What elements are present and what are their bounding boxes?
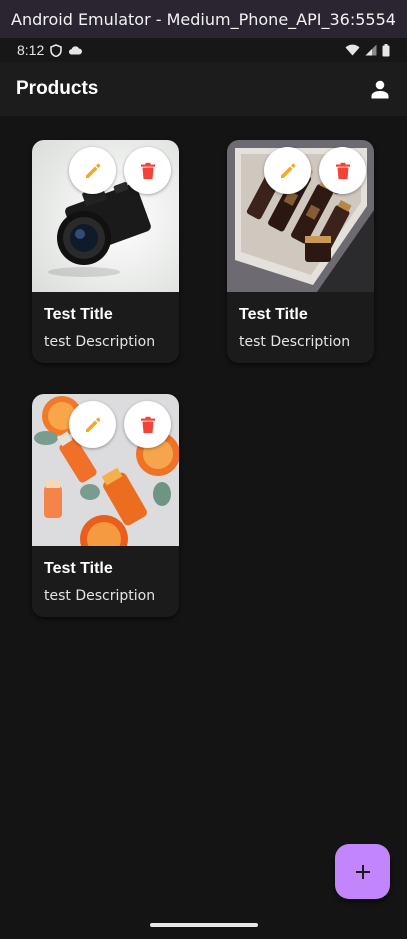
product-card[interactable]: Test Title test Description bbox=[227, 140, 374, 363]
shield-icon bbox=[50, 43, 63, 57]
status-time: 8:12 bbox=[17, 42, 45, 58]
product-description: test Description bbox=[44, 334, 156, 350]
pencil-icon bbox=[280, 163, 295, 178]
window-title: Android Emulator - Medium_Phone_API_36:5… bbox=[11, 9, 396, 29]
delete-button[interactable] bbox=[319, 147, 366, 194]
trash-icon bbox=[140, 162, 155, 179]
product-description: test Description bbox=[44, 588, 156, 604]
gesture-nav-handle[interactable] bbox=[150, 923, 258, 927]
pencil-icon bbox=[85, 417, 100, 432]
product-description: test Description bbox=[239, 334, 351, 350]
product-card[interactable]: Test Title test Description bbox=[32, 394, 179, 617]
product-card[interactable]: Test Title test Description bbox=[32, 140, 179, 363]
edit-button[interactable] bbox=[69, 147, 116, 194]
product-grid: Test Title test Description Test Title t… bbox=[0, 116, 407, 918]
trash-icon bbox=[140, 416, 155, 433]
cloud-icon bbox=[69, 46, 83, 55]
add-product-button[interactable] bbox=[335, 844, 390, 899]
wifi-icon bbox=[345, 44, 360, 56]
edit-button[interactable] bbox=[264, 147, 311, 194]
person-icon bbox=[371, 80, 389, 99]
pencil-icon bbox=[85, 163, 100, 178]
product-title: Test Title bbox=[239, 306, 308, 323]
trash-icon bbox=[335, 162, 350, 179]
edit-button[interactable] bbox=[69, 401, 116, 448]
app-bar: Products bbox=[0, 62, 407, 116]
emulator-title-bar: Android Emulator - Medium_Phone_API_36:5… bbox=[0, 0, 407, 38]
status-bar: 8:12 bbox=[0, 38, 407, 62]
battery-icon bbox=[382, 43, 390, 56]
product-title: Test Title bbox=[44, 560, 113, 577]
cell-signal-icon bbox=[365, 44, 377, 56]
profile-button[interactable] bbox=[369, 78, 391, 100]
page-title: Products bbox=[16, 78, 99, 99]
product-title: Test Title bbox=[44, 306, 113, 323]
plus-icon bbox=[355, 864, 370, 879]
delete-button[interactable] bbox=[124, 401, 171, 448]
delete-button[interactable] bbox=[124, 147, 171, 194]
